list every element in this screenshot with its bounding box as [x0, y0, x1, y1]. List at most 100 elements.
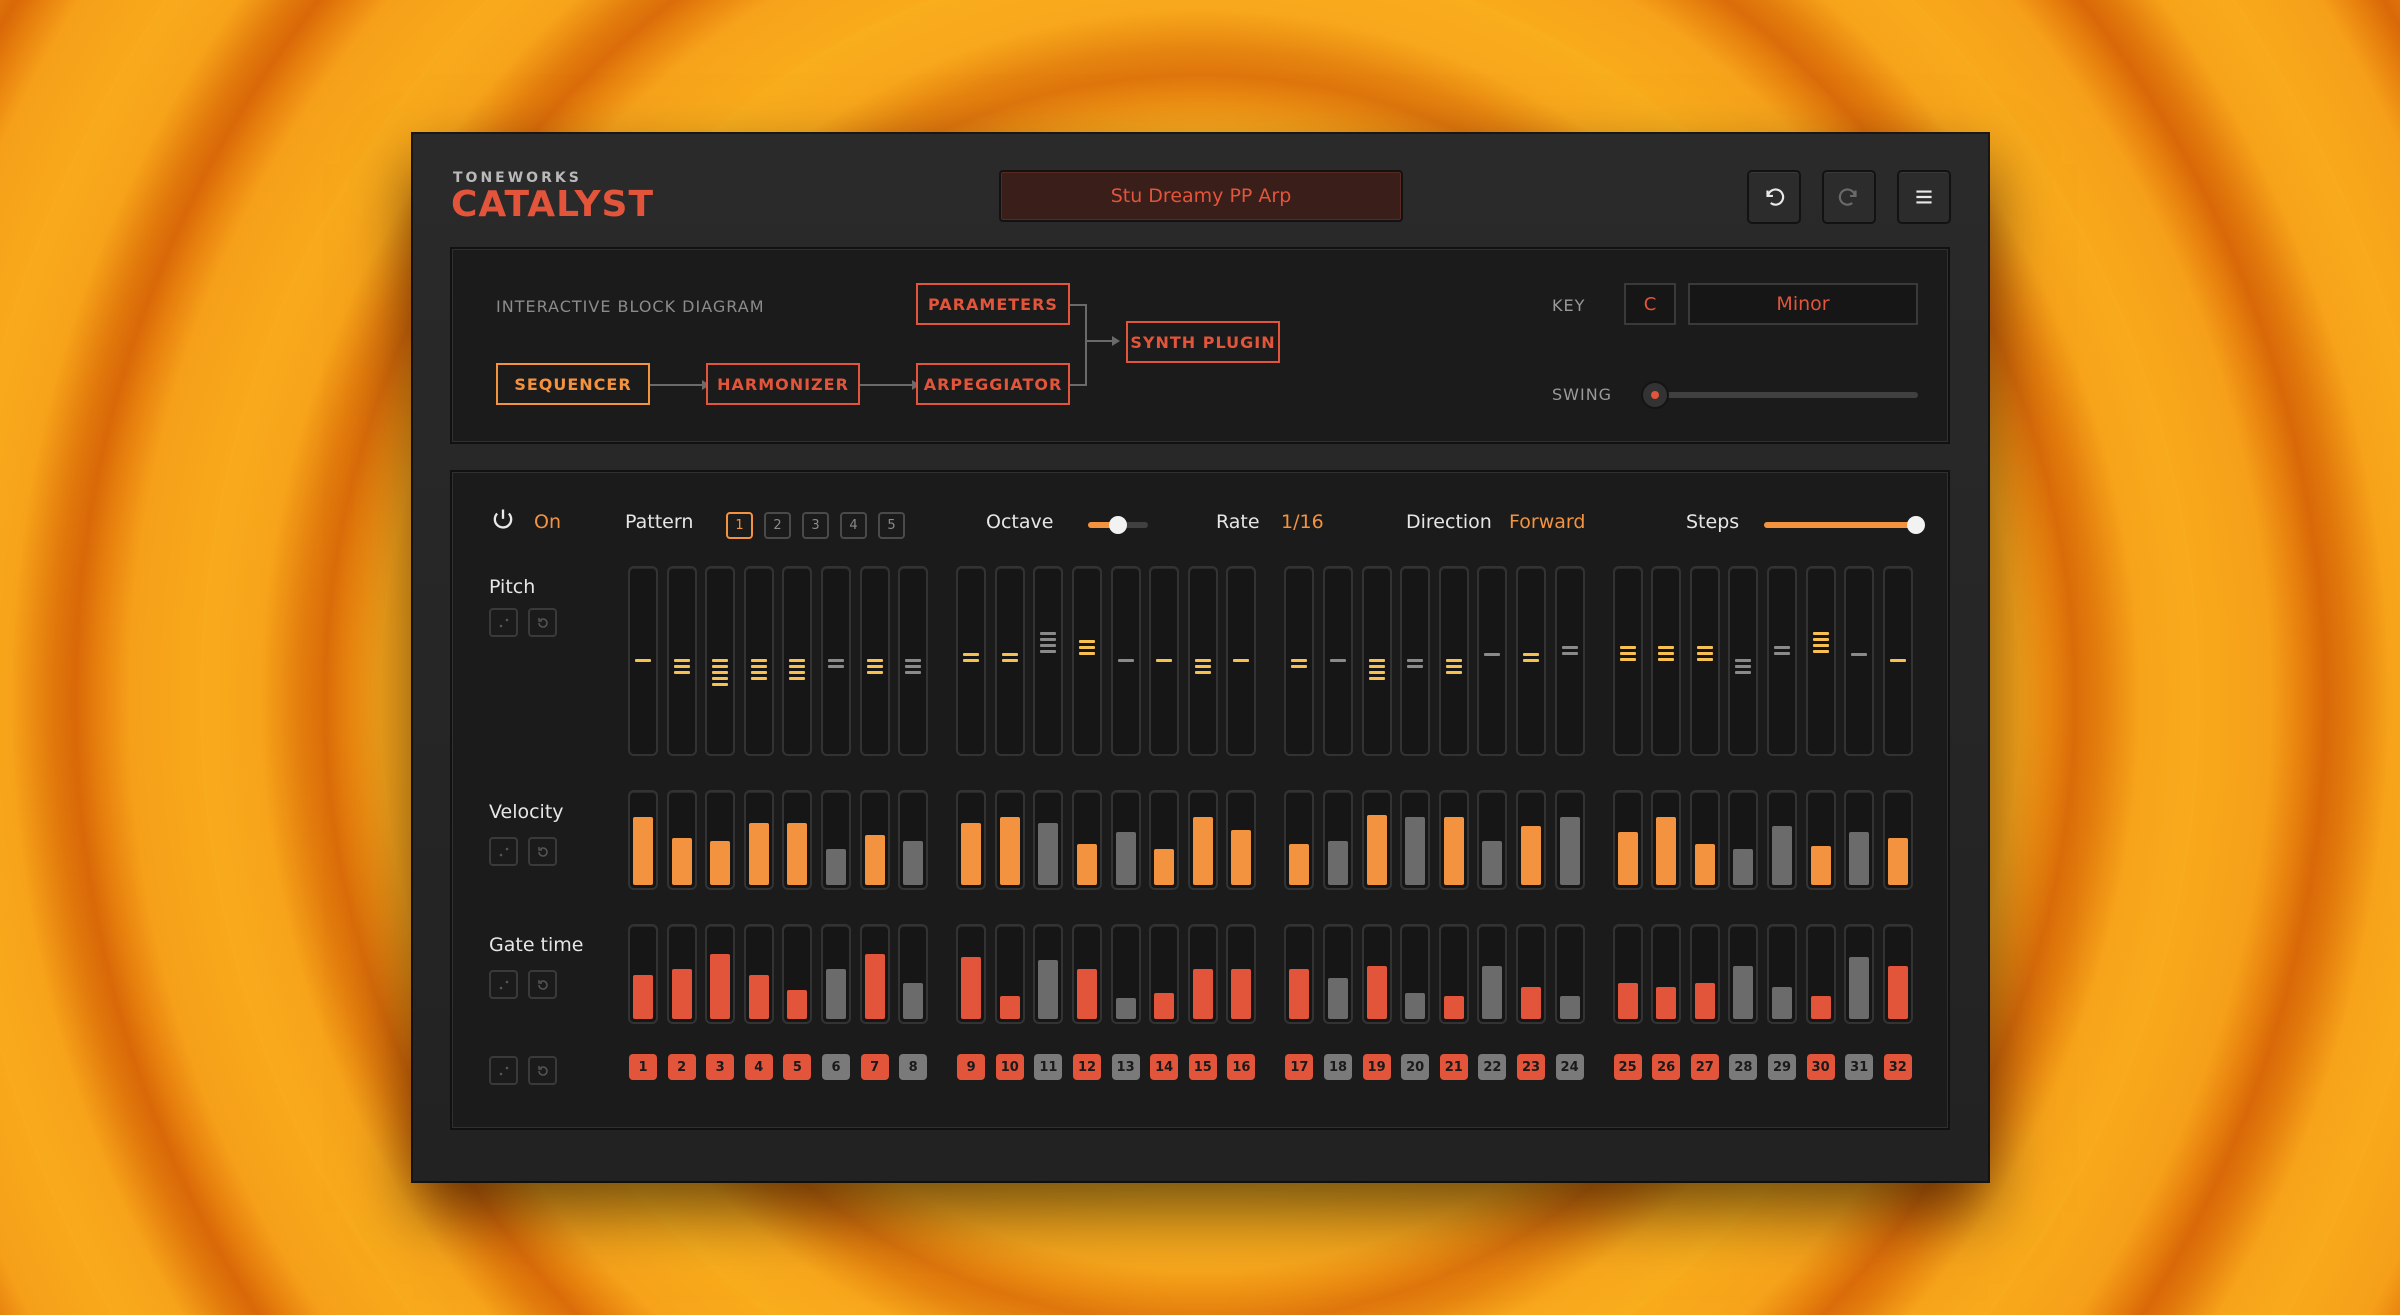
velocity-step-31[interactable] — [1844, 790, 1875, 890]
pitch-step-2[interactable] — [666, 566, 697, 756]
velocity-step-5[interactable] — [782, 790, 813, 890]
pitch-step-24[interactable] — [1554, 566, 1585, 756]
pitch-step-8[interactable] — [898, 566, 929, 756]
gate-randomize-button[interactable] — [489, 970, 518, 999]
velocity-step-15[interactable] — [1187, 790, 1218, 890]
gate-step-31[interactable] — [1844, 924, 1875, 1024]
gate-step-10[interactable] — [994, 924, 1025, 1024]
pitch-step-23[interactable] — [1516, 566, 1546, 756]
step-toggle-3[interactable]: 3 — [706, 1054, 735, 1080]
redo-button[interactable] — [1822, 170, 1876, 224]
pitch-step-10[interactable] — [994, 566, 1025, 756]
velocity-reset-button[interactable] — [528, 837, 557, 866]
steps-slider[interactable] — [1764, 516, 1925, 534]
swing-slider-knob[interactable] — [1641, 381, 1669, 409]
step-toggle-4[interactable]: 4 — [744, 1054, 773, 1080]
gate-step-8[interactable] — [898, 924, 929, 1024]
gate-step-23[interactable] — [1516, 924, 1546, 1024]
velocity-step-30[interactable] — [1805, 790, 1836, 890]
gate-reset-button[interactable] — [528, 970, 557, 999]
key-selector[interactable]: C — [1624, 283, 1676, 325]
preset-selector[interactable]: Stu Dreamy PP Arp — [999, 170, 1403, 222]
step-toggle-2[interactable]: 2 — [667, 1054, 696, 1080]
step-toggle-12[interactable]: 12 — [1073, 1054, 1101, 1080]
pitch-step-14[interactable] — [1149, 566, 1180, 756]
gate-step-26[interactable] — [1651, 924, 1682, 1024]
rate-value[interactable]: 1/16 — [1281, 511, 1324, 533]
velocity-step-28[interactable] — [1728, 790, 1759, 890]
block-parameters[interactable]: PARAMETERS — [916, 283, 1070, 325]
gate-step-2[interactable] — [666, 924, 697, 1024]
step-toggle-24[interactable]: 24 — [1555, 1054, 1584, 1080]
velocity-step-24[interactable] — [1554, 790, 1585, 890]
velocity-randomize-button[interactable] — [489, 837, 518, 866]
velocity-step-9[interactable] — [956, 790, 987, 890]
power-icon[interactable] — [489, 506, 517, 534]
pitch-step-31[interactable] — [1844, 566, 1875, 756]
step-toggle-16[interactable]: 16 — [1227, 1054, 1256, 1080]
pattern-button-4[interactable]: 4 — [840, 512, 867, 539]
gate-step-12[interactable] — [1072, 924, 1102, 1024]
gate-step-6[interactable] — [821, 924, 851, 1024]
velocity-step-4[interactable] — [743, 790, 774, 890]
gate-step-15[interactable] — [1187, 924, 1218, 1024]
pitch-step-19[interactable] — [1361, 566, 1392, 756]
velocity-step-27[interactable] — [1689, 790, 1720, 890]
gate-step-21[interactable] — [1438, 924, 1469, 1024]
undo-button[interactable] — [1747, 170, 1801, 224]
pitch-step-27[interactable] — [1689, 566, 1720, 756]
velocity-step-12[interactable] — [1072, 790, 1102, 890]
gate-step-17[interactable] — [1284, 924, 1315, 1024]
velocity-step-1[interactable] — [628, 790, 658, 890]
step-toggle-5[interactable]: 5 — [783, 1054, 812, 1080]
velocity-step-32[interactable] — [1882, 790, 1913, 890]
steps-slider-knob[interactable] — [1907, 516, 1925, 534]
block-harmonizer[interactable]: HARMONIZER — [706, 363, 860, 405]
pitch-step-5[interactable] — [782, 566, 813, 756]
pitch-step-26[interactable] — [1651, 566, 1682, 756]
gate-step-25[interactable] — [1612, 924, 1643, 1024]
step-toggle-25[interactable]: 25 — [1613, 1054, 1642, 1080]
pitch-step-3[interactable] — [705, 566, 736, 756]
velocity-step-17[interactable] — [1284, 790, 1315, 890]
step-toggle-19[interactable]: 19 — [1362, 1054, 1391, 1080]
swing-slider-track[interactable] — [1658, 392, 1918, 398]
step-toggle-26[interactable]: 26 — [1652, 1054, 1681, 1080]
block-sequencer[interactable]: SEQUENCER — [496, 363, 650, 405]
pitch-step-16[interactable] — [1226, 566, 1257, 756]
velocity-step-6[interactable] — [821, 790, 851, 890]
pitch-step-28[interactable] — [1728, 566, 1759, 756]
pitch-step-15[interactable] — [1187, 566, 1218, 756]
octave-slider[interactable] — [1088, 516, 1148, 534]
pitch-step-7[interactable] — [859, 566, 890, 756]
pitch-step-9[interactable] — [956, 566, 987, 756]
step-toggle-14[interactable]: 14 — [1150, 1054, 1179, 1080]
gate-step-11[interactable] — [1033, 924, 1064, 1024]
gate-step-5[interactable] — [782, 924, 813, 1024]
pitch-step-12[interactable] — [1072, 566, 1102, 756]
step-toggle-27[interactable]: 27 — [1690, 1054, 1719, 1080]
pattern-button-2[interactable]: 2 — [764, 512, 791, 539]
step-toggle-30[interactable]: 30 — [1806, 1054, 1835, 1080]
velocity-step-20[interactable] — [1400, 790, 1431, 890]
gate-step-13[interactable] — [1110, 924, 1141, 1024]
velocity-step-8[interactable] — [898, 790, 929, 890]
velocity-step-25[interactable] — [1612, 790, 1643, 890]
gate-step-22[interactable] — [1477, 924, 1508, 1024]
velocity-step-13[interactable] — [1110, 790, 1141, 890]
velocity-step-16[interactable] — [1226, 790, 1257, 890]
gate-step-30[interactable] — [1805, 924, 1836, 1024]
pitch-step-11[interactable] — [1033, 566, 1064, 756]
step-toggle-6[interactable]: 6 — [822, 1054, 850, 1080]
octave-slider-knob[interactable] — [1109, 516, 1127, 534]
step-toggle-7[interactable]: 7 — [860, 1054, 889, 1080]
step-toggle-1[interactable]: 1 — [629, 1054, 657, 1080]
velocity-step-7[interactable] — [859, 790, 890, 890]
step-toggle-22[interactable]: 22 — [1478, 1054, 1507, 1080]
velocity-step-14[interactable] — [1149, 790, 1180, 890]
velocity-step-3[interactable] — [705, 790, 736, 890]
gate-step-28[interactable] — [1728, 924, 1759, 1024]
pitch-randomize-button[interactable] — [489, 608, 518, 637]
gate-step-32[interactable] — [1882, 924, 1913, 1024]
pitch-step-13[interactable] — [1110, 566, 1141, 756]
